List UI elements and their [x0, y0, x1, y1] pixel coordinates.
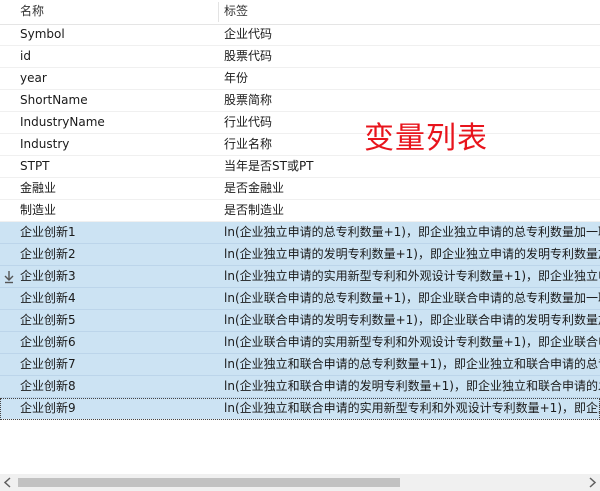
variable-name: 企业创新6: [20, 335, 76, 349]
variable-label: ln(企业独立申请的实用新型专利和外观设计专利数量+1)，即企业独立申: [224, 269, 600, 283]
variable-label: 年份: [224, 71, 249, 85]
variable-name: 制造业: [20, 203, 57, 217]
variable-name: 企业创新2: [20, 247, 76, 261]
column-header-name[interactable]: 名称: [20, 0, 44, 24]
variable-name: year: [20, 71, 47, 85]
list-item-selected[interactable]: 企业创新8 ln(企业独立和联合申请的发明专利数量+1)，即企业独立和联合申请的…: [0, 376, 600, 398]
variable-label: ln(企业独立和联合申请的总专利数量+1)，即企业独立和联合申请的总专: [224, 357, 600, 371]
variable-label: 企业代码: [224, 27, 273, 41]
variable-name: Industry: [20, 137, 70, 151]
list-item-selected[interactable]: 企业创新6 ln(企业联合申请的实用新型专利和外观设计专利数量+1)，即企业联合…: [0, 332, 600, 354]
column-header: 名称 标签: [0, 0, 600, 25]
list-item-selected[interactable]: 企业创新7 ln(企业独立和联合申请的总专利数量+1)，即企业独立和联合申请的总…: [0, 354, 600, 376]
variable-name: 企业创新5: [20, 313, 76, 327]
list-item-selected[interactable]: 企业创新2 ln(企业独立申请的发明专利数量+1)，即企业独立申请的发明专利数量…: [0, 244, 600, 266]
list-item[interactable]: 金融业 是否金融业: [0, 178, 600, 200]
variable-name: 企业创新7: [20, 357, 76, 371]
variable-name: IndustryName: [20, 115, 105, 129]
variable-list: Symbol 企业代码 id 股票代码 year 年份 ShortName 股票…: [0, 24, 600, 420]
variable-name: 企业创新1: [20, 225, 76, 239]
variable-name: 企业创新4: [20, 291, 76, 305]
list-item[interactable]: 制造业 是否制造业: [0, 200, 600, 222]
scrollbar-thumb[interactable]: [18, 478, 400, 487]
variable-name: id: [20, 49, 31, 63]
list-item-selected[interactable]: 企业创新3 ln(企业独立申请的实用新型专利和外观设计专利数量+1)，即企业独立…: [0, 266, 600, 288]
variable-label: 当年是否ST或PT: [224, 159, 314, 173]
horizontal-scrollbar[interactable]: [0, 474, 600, 491]
variable-list-window: 名称 标签 Symbol 企业代码 id 股票代码 year 年份 ShortN…: [0, 0, 600, 491]
variable-label: 股票代码: [224, 49, 273, 63]
variable-label: ln(企业独立申请的总专利数量+1)，即企业独立申请的总专利数量加一取: [224, 225, 600, 239]
list-item[interactable]: IndustryName 行业代码: [0, 112, 600, 134]
list-item-focused[interactable]: 企业创新9 ln(企业独立和联合申请的实用新型专利和外观设计专利数量+1)，即企…: [0, 398, 600, 420]
chevron-right-icon[interactable]: [584, 474, 600, 491]
overlay-title: 变量列表: [364, 121, 488, 156]
variable-label: ln(企业独立申请的发明专利数量+1)，即企业独立申请的发明专利数量加: [224, 247, 600, 261]
list-item-selected[interactable]: 企业创新4 ln(企业联合申请的总专利数量+1)，即企业联合申请的总专利数量加一…: [0, 288, 600, 310]
chevron-left-icon[interactable]: [0, 474, 16, 491]
variable-label: 股票简称: [224, 93, 273, 107]
variable-name: 企业创新3: [20, 269, 76, 283]
column-header-label[interactable]: 标签: [224, 0, 248, 24]
list-item[interactable]: Symbol 企业代码: [0, 24, 600, 46]
list-item[interactable]: id 股票代码: [0, 46, 600, 68]
list-item[interactable]: STPT 当年是否ST或PT: [0, 156, 600, 178]
variable-name: Symbol: [20, 27, 65, 41]
variable-label: 是否制造业: [224, 203, 285, 217]
variable-name: 企业创新8: [20, 379, 76, 393]
list-item-selected[interactable]: 企业创新5 ln(企业联合申请的发明专利数量+1)，即企业联合申请的发明专利数量…: [0, 310, 600, 332]
variable-name: ShortName: [20, 93, 88, 107]
variable-label: ln(企业独立和联合申请的实用新型专利和外观设计专利数量+1)，即企业: [224, 401, 600, 415]
down-arrow-icon: [3, 270, 15, 284]
variable-label: ln(企业联合申请的总专利数量+1)，即企业联合申请的总专利数量加一取: [224, 291, 600, 305]
variable-name: 企业创新9: [20, 401, 76, 415]
list-item[interactable]: year 年份: [0, 68, 600, 90]
list-item[interactable]: Industry 行业名称: [0, 134, 600, 156]
variable-name: STPT: [20, 159, 50, 173]
variable-name: 金融业: [20, 181, 57, 195]
variable-label: ln(企业联合申请的实用新型专利和外观设计专利数量+1)，即企业联合申: [224, 335, 600, 349]
list-item-selected[interactable]: 企业创新1 ln(企业独立申请的总专利数量+1)，即企业独立申请的总专利数量加一…: [0, 222, 600, 244]
variable-label: ln(企业独立和联合申请的发明专利数量+1)，即企业独立和联合申请的发: [224, 379, 600, 393]
column-divider[interactable]: [218, 2, 219, 22]
variable-label: 是否金融业: [224, 181, 285, 195]
variable-label: ln(企业联合申请的发明专利数量+1)，即企业联合申请的发明专利数量加: [224, 313, 600, 327]
list-item[interactable]: ShortName 股票简称: [0, 90, 600, 112]
